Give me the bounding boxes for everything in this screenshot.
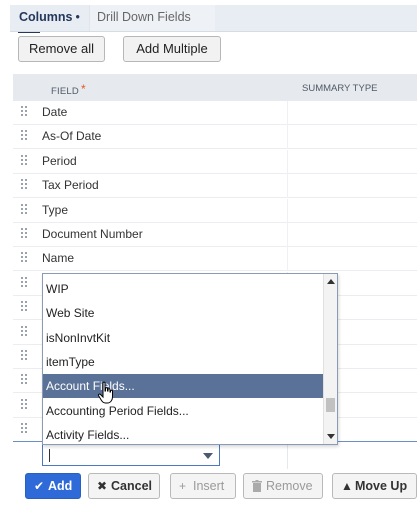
table-row[interactable]: As-Of Date [13, 125, 417, 150]
column-divider [287, 247, 288, 272]
drag-handle-icon[interactable] [21, 228, 29, 240]
insert-button[interactable]: + Insert [170, 473, 236, 499]
column-divider [287, 101, 288, 125]
drag-handle-icon[interactable] [21, 350, 29, 362]
field-dropdown-list[interactable]: Activity Fields... Accounting Period Fiel… [42, 273, 338, 445]
field-select[interactable] [42, 444, 220, 466]
subtab-bar: Columns • Drill Down Fields [10, 5, 417, 33]
action-bar: ✔ Add ✖ Cancel + Insert Remove ▲ Move Up [0, 470, 417, 509]
drag-handle-icon[interactable] [21, 398, 29, 411]
drag-handle-icon[interactable] [21, 276, 29, 289]
column-divider [287, 198, 288, 223]
cancel-button-label: Cancel [111, 479, 152, 493]
column-divider [287, 442, 288, 469]
field-header-label: FIELD [51, 86, 79, 97]
table-row[interactable]: Name [13, 247, 417, 272]
column-divider [287, 223, 288, 247]
dropdown-option[interactable]: Activity Fields... [43, 423, 323, 444]
remove-button[interactable]: Remove [243, 473, 323, 499]
scroll-up-arrow-icon[interactable] [327, 279, 335, 284]
drag-handle-icon[interactable] [21, 106, 29, 118]
tab-columns[interactable]: Columns • [19, 10, 80, 24]
tab-drill-down-label: Drill Down Fields [97, 10, 191, 24]
add-button-label: Add [48, 479, 73, 493]
row-field-label: As-Of Date [42, 129, 102, 144]
column-divider [287, 149, 288, 174]
row-field-label: Type [42, 202, 69, 217]
drag-handle-icon[interactable] [21, 154, 29, 167]
row-field-label: Date [42, 105, 68, 119]
table-row[interactable]: Period [13, 149, 417, 174]
tab-drill-down-fields[interactable]: Drill Down Fields [89, 5, 215, 31]
dropdown-option[interactable]: Web Site [43, 301, 323, 325]
active-tab-underline [18, 32, 40, 33]
remove-button-label: Remove [266, 479, 313, 493]
move-up-button-label: Move Up [355, 479, 408, 493]
table-row[interactable]: Type [13, 198, 417, 223]
check-icon: ✔ [34, 479, 45, 493]
drag-handle-icon[interactable] [21, 374, 29, 386]
tab-separator: • [75, 10, 80, 24]
row-field-label: Tax Period [42, 178, 99, 193]
drag-handle-icon[interactable] [21, 179, 29, 191]
dropdown-option[interactable]: Accounting Period Fields... [43, 399, 323, 423]
insert-button-label: Insert [193, 479, 225, 493]
summary-type-column-header[interactable]: SUMMARY TYPE [302, 83, 378, 94]
add-multiple-button[interactable]: Add Multiple [123, 36, 221, 62]
dropdown-option[interactable]: Account Fields... [43, 374, 323, 399]
dropdown-scrollbar[interactable] [323, 274, 337, 444]
scroll-down-arrow-icon[interactable] [327, 434, 335, 439]
required-marker: * [80, 82, 86, 96]
drag-handle-icon[interactable] [21, 325, 29, 338]
drag-handle-icon[interactable] [21, 203, 29, 216]
grid-header: FIELD * SUMMARY TYPE [13, 74, 417, 103]
dropdown-option[interactable]: WIP [43, 277, 323, 301]
hand-pointer-icon [97, 381, 113, 404]
drag-handle-icon[interactable] [21, 423, 29, 435]
text-cursor [49, 449, 50, 462]
plus-icon: + [179, 479, 187, 493]
drag-handle-icon[interactable] [21, 301, 29, 313]
dropdown-option[interactable]: itemType [43, 350, 323, 374]
column-divider [287, 125, 288, 150]
drag-handle-icon[interactable] [21, 130, 29, 142]
scrollbar-thumb[interactable] [326, 398, 335, 412]
table-row[interactable]: Tax Period [13, 174, 417, 199]
row-field-label: Period [42, 153, 77, 168]
move-up-button[interactable]: ▲ Move Up [332, 473, 417, 499]
add-button[interactable]: ✔ Add [25, 473, 81, 499]
column-divider [287, 174, 288, 199]
trash-icon [252, 474, 262, 498]
dropdown-option[interactable]: isNonInvtKit [43, 326, 323, 350]
arrow-up-icon: ▲ [341, 479, 353, 493]
table-row[interactable]: Document Number [13, 223, 417, 247]
edit-row [13, 441, 417, 469]
row-field-label: Name [42, 251, 75, 266]
row-field-label: Document Number [42, 227, 143, 241]
cancel-button[interactable]: ✖ Cancel [88, 473, 160, 499]
field-column-header[interactable]: FIELD * [51, 82, 86, 97]
tab-columns-label: Columns [19, 10, 73, 24]
x-icon: ✖ [97, 479, 108, 493]
chevron-down-icon[interactable] [203, 453, 213, 459]
drag-handle-icon[interactable] [21, 252, 29, 264]
remove-all-button[interactable]: Remove all [18, 36, 105, 62]
table-row[interactable]: Date [13, 101, 417, 125]
